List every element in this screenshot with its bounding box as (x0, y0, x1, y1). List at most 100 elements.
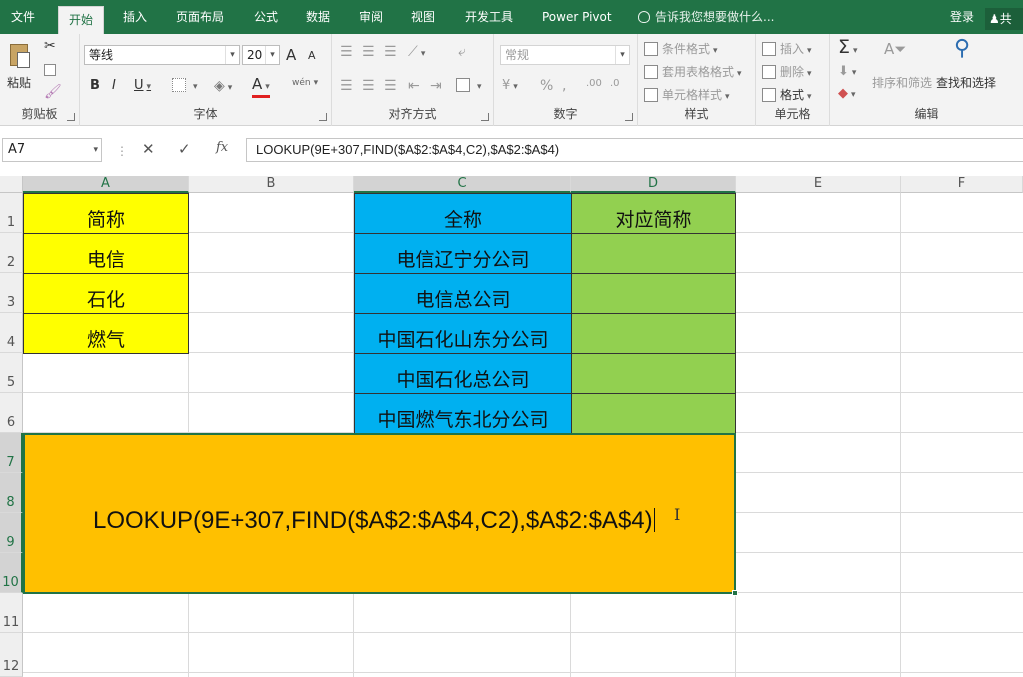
column-header-e[interactable]: E (736, 176, 901, 193)
number-format-select[interactable]: 常规 ▾ (500, 45, 630, 65)
percent-button[interactable]: % (540, 78, 553, 94)
cancel-icon[interactable]: ✕ (142, 140, 155, 158)
login-link[interactable]: 登录 (950, 0, 974, 34)
find-magnifier-icon[interactable]: ⚲ (954, 36, 970, 61)
borders-icon[interactable] (172, 78, 198, 92)
row-header-3[interactable]: 3 (0, 273, 23, 313)
cell-d3[interactable] (571, 273, 736, 314)
increase-decimal-icon[interactable]: .00 (586, 78, 602, 89)
cell-d1[interactable]: 对应简称 (571, 193, 736, 234)
cell-c6[interactable]: 中国燃气东北分公司 (354, 393, 572, 434)
sort-filter-button[interactable]: 排序和筛选 (872, 74, 932, 91)
format-painter-icon[interactable]: 🖌 (44, 84, 62, 100)
merged-cell-a7-d10[interactable]: LOOKUP(9E+307,FIND($A$2:$A$4,C2),$A$2:$A… (23, 433, 736, 594)
orientation-icon[interactable]: ⟋ (408, 44, 425, 60)
insert-function-icon[interactable]: fx (216, 140, 228, 155)
grow-font-icon[interactable]: A (286, 46, 296, 64)
cell-a4[interactable]: 燃气 (23, 313, 189, 354)
row-header-9[interactable]: 9 (0, 513, 23, 553)
row-header-10[interactable]: 10 (0, 553, 23, 593)
row-header-12[interactable]: 12 (0, 633, 23, 677)
font-name-select[interactable]: 等线 ▾ (84, 45, 240, 65)
cell-a2[interactable]: 电信 (23, 233, 189, 274)
share-button[interactable]: ♟共 (985, 8, 1023, 30)
row-header-5[interactable]: 5 (0, 353, 23, 393)
tab-data[interactable]: 数据 (296, 0, 340, 34)
cell-d5[interactable] (571, 353, 736, 394)
shrink-font-icon[interactable]: A (308, 49, 316, 62)
cell-d4[interactable] (571, 313, 736, 354)
format-cells-button[interactable]: 格式 (762, 86, 812, 103)
cell-edit-text[interactable]: LOOKUP(9E+307,FIND($A$2:$A$4,C2),$A$2:$A… (93, 507, 655, 535)
format-as-table-button[interactable]: 套用表格格式 (644, 63, 742, 80)
underline-button[interactable]: U (134, 78, 151, 93)
tell-me-search[interactable]: 告诉我您想要做什么... (638, 0, 774, 34)
clear-icon[interactable]: ◆ (838, 86, 856, 101)
row-header-11[interactable]: 11 (0, 593, 23, 633)
align-center-icon[interactable]: ☰ (362, 78, 375, 94)
row-header-2[interactable]: 2 (0, 233, 23, 273)
align-left-icon[interactable]: ☰ (340, 78, 353, 94)
clipboard-launcher-icon[interactable] (67, 113, 75, 121)
align-top-icon[interactable]: ☰ (340, 44, 353, 60)
formula-input[interactable]: LOOKUP(9E+307,FIND($A$2:$A$4,C2),$A$2:$A… (246, 138, 1023, 162)
tab-file[interactable]: 文件 (0, 0, 46, 34)
row-header-1[interactable]: 1 (0, 193, 23, 233)
paste-icon[interactable] (8, 42, 32, 70)
increase-indent-icon[interactable]: ⇥ (430, 78, 442, 94)
align-middle-icon[interactable]: ☰ (362, 44, 375, 60)
delete-cells-button[interactable]: 删除 (762, 63, 812, 80)
alignment-launcher-icon[interactable] (481, 113, 489, 121)
cell-c1[interactable]: 全称 (354, 193, 572, 234)
cell-c4[interactable]: 中国石化山东分公司 (354, 313, 572, 354)
cell-c5[interactable]: 中国石化总公司 (354, 353, 572, 394)
align-bottom-icon[interactable]: ☰ (384, 44, 397, 60)
column-header-c[interactable]: C (354, 176, 571, 193)
cell-styles-button[interactable]: 单元格样式 (644, 86, 730, 103)
fill-icon[interactable]: ⬇ (838, 64, 856, 79)
cell-a3[interactable]: 石化 (23, 273, 189, 314)
align-right-icon[interactable]: ☰ (384, 78, 397, 94)
phonetic-icon[interactable]: wén (292, 78, 318, 88)
find-select-button[interactable]: 查找和选择 (936, 74, 996, 91)
tab-view[interactable]: 视图 (401, 0, 445, 34)
row-header-8[interactable]: 8 (0, 473, 23, 513)
bold-button[interactable]: B (90, 78, 100, 93)
paste-button[interactable]: 粘贴 (7, 74, 31, 91)
row-header-7[interactable]: 7 (0, 433, 23, 473)
cell-d6[interactable] (571, 393, 736, 434)
cell-c2[interactable]: 电信辽宁分公司 (354, 233, 572, 274)
number-launcher-icon[interactable] (625, 113, 633, 121)
autosum-icon[interactable]: Σ (838, 36, 858, 58)
column-header-d[interactable]: D (571, 176, 736, 193)
copy-icon[interactable] (44, 62, 60, 76)
tab-insert[interactable]: 插入 (113, 0, 157, 34)
insert-cells-button[interactable]: 插入 (762, 40, 812, 57)
merge-center-icon[interactable] (456, 78, 482, 92)
tab-page-layout[interactable]: 页面布局 (166, 0, 234, 34)
font-size-select[interactable]: 20 ▾ (242, 45, 280, 65)
select-all-corner[interactable] (0, 176, 23, 193)
comma-button[interactable]: , (562, 78, 566, 94)
cut-icon[interactable]: ✂ (44, 38, 56, 54)
decrease-decimal-icon[interactable]: .0 (610, 78, 620, 89)
cell-d2[interactable] (571, 233, 736, 274)
column-header-a[interactable]: A (23, 176, 189, 193)
cell-c3[interactable]: 电信总公司 (354, 273, 572, 314)
currency-icon[interactable]: ¥ (502, 78, 518, 93)
row-header-4[interactable]: 4 (0, 313, 23, 353)
sort-filter-icon[interactable]: A⏷ (884, 40, 906, 58)
tab-power-pivot[interactable]: Power Pivot (532, 0, 622, 34)
cell-a1[interactable]: 简称 (23, 193, 189, 234)
wrap-text-icon[interactable]: ⤶ (458, 44, 466, 60)
fill-handle[interactable] (732, 590, 738, 596)
italic-button[interactable]: I (112, 78, 116, 93)
row-header-6[interactable]: 6 (0, 393, 23, 433)
name-box[interactable]: A7 ▾ (2, 138, 102, 162)
fill-color-icon[interactable]: ◈ (214, 78, 232, 94)
tab-formulas[interactable]: 公式 (244, 0, 288, 34)
column-header-b[interactable]: B (189, 176, 354, 193)
confirm-icon[interactable]: ✓ (178, 140, 191, 158)
font-color-icon[interactable]: A (252, 76, 270, 98)
tab-developer[interactable]: 开发工具 (455, 0, 523, 34)
